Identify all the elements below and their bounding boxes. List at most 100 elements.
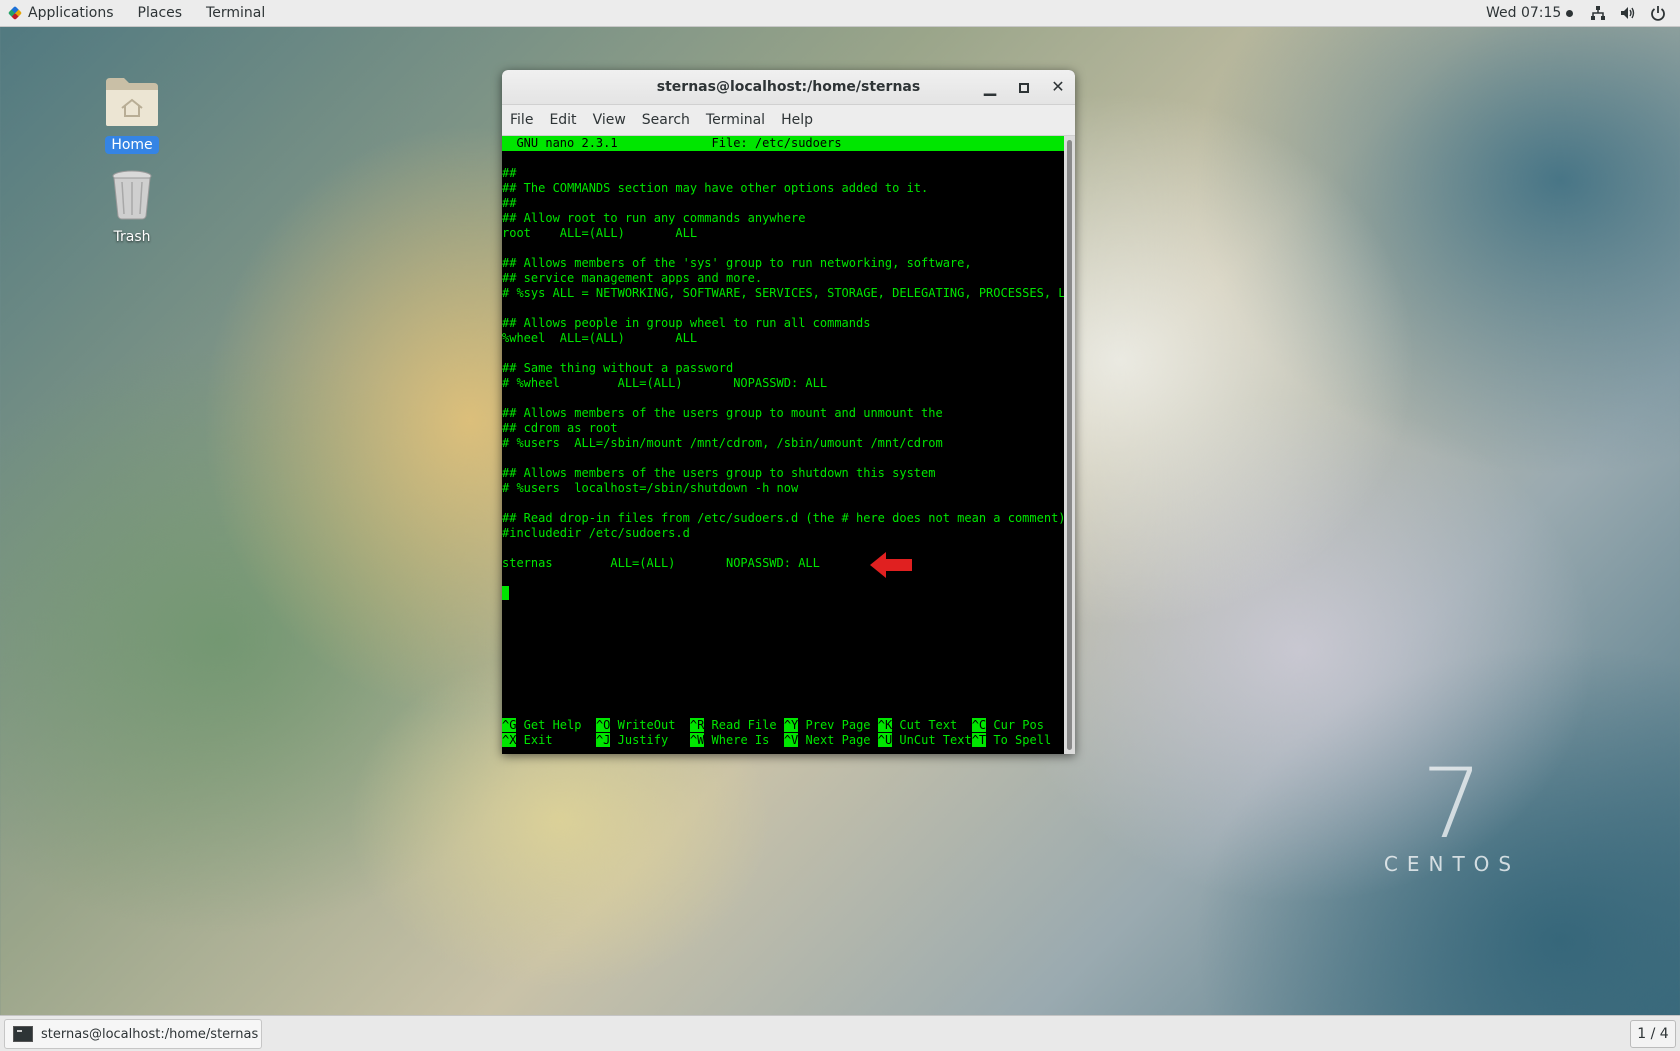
centos-logo-number: 7 [1421,748,1483,860]
editor-line: ## Allows members of the 'sys' group to … [502,256,972,270]
shortcut-label: Next Page [798,733,878,747]
top-panel: Applications Places Terminal Wed 07:15 [0,0,1680,27]
maximize-button[interactable] [1010,70,1038,104]
minimize-icon: ▁ [983,77,997,96]
editor-buffer[interactable]: ## ## The COMMANDS section may have other… [502,151,1064,586]
shortcut-item: ^X Exit [502,733,596,748]
shortcut-label: Cut Text [892,718,972,732]
places-menu[interactable]: Places [126,0,195,26]
taskbar-terminal-button[interactable]: sternas@localhost:/home/sternas [4,1019,262,1049]
shortcut-row-2: ^X Exit ^J Justify ^W Where Is ^V Next P… [502,733,1064,748]
editor-line: #includedir /etc/sudoers.d [502,526,690,540]
window-titlebar[interactable]: sternas@localhost:/home/sternas ▁ ✕ [502,70,1075,105]
shortcut-item: ^G Get Help [502,718,596,733]
home-folder-icon [106,78,158,126]
shortcut-key: ^X [502,733,517,747]
shortcut-label: To Spell [986,733,1052,747]
terminal-menubar: File Edit View Search Terminal Help [502,105,1075,136]
shortcut-item: ^C Cur Pos [971,718,1044,733]
editor-line: sternas ALL=(ALL) NOPASSWD: ALL [502,556,820,570]
editor-line: ## Allows people in group wheel to run a… [502,316,871,330]
menu-file[interactable]: File [502,112,541,128]
editor-line: ## Allow root to run any commands anywhe… [502,211,806,225]
shortcut-key: ^J [595,733,611,747]
editor-line: ## Allows members of the users group to … [502,466,936,480]
system-tray[interactable] [1590,0,1666,26]
editor-line: # %wheel ALL=(ALL) NOPASSWD: ALL [502,376,828,390]
shortcut-key: ^Y [783,718,799,732]
minimize-button[interactable]: ▁ [976,70,1004,104]
volume-icon [1621,7,1635,19]
shortcut-item: ^V Next Page [783,733,878,748]
editor-line: ## Same thing without a password [502,361,734,375]
nano-shortcuts: ^G Get Help ^O WriteOut ^R Read File ^Y … [502,718,1064,748]
desktop-trash[interactable]: Trash [87,170,177,246]
trash-icon [112,170,152,220]
shortcut-label: Exit [516,733,596,747]
shortcut-label: Cur Pos [986,718,1044,732]
taskbar-terminal-label: sternas@localhost:/home/sternas [41,1026,259,1042]
shortcut-label: WriteOut [610,718,690,732]
scrollbar-thumb[interactable] [1067,140,1072,750]
desktop-home[interactable]: Home [87,76,177,154]
menu-terminal[interactable]: Terminal [698,112,773,128]
terminal-area[interactable]: GNU nano 2.3.1 File: /etc/sudoers ## ## T… [502,136,1064,754]
bottom-taskbar: sternas@localhost:/home/sternas 1 / 4 [0,1015,1680,1051]
shortcut-key: ^U [877,733,893,747]
editor-line: # %users localhost=/sbin/shutdown -h now [502,481,799,495]
shortcut-key: ^C [971,718,987,732]
nano-header: GNU nano 2.3.1 File: /etc/sudoers [502,136,1064,151]
editor-line: ## Allows members of the users group to … [502,406,943,420]
editor-line: # %users ALL=/sbin/mount /mnt/cdrom, /sb… [502,436,943,450]
window-title: sternas@localhost:/home/sternas [656,79,921,95]
editor-line: # %sys ALL = NETWORKING, SOFTWARE, SERVI… [502,286,1064,300]
terminal-scrollbar[interactable] [1064,136,1075,754]
terminal-window[interactable]: sternas@localhost:/home/sternas ▁ ✕ File… [502,70,1075,754]
shortcut-key: ^T [971,733,987,747]
shortcut-key: ^V [783,733,799,747]
close-button[interactable]: ✕ [1044,70,1072,104]
shortcut-item: ^O WriteOut [595,718,690,733]
maximize-icon [1019,82,1029,93]
power-icon [1651,6,1665,21]
applications-icon [8,6,22,20]
terminal-app-menu[interactable]: Terminal [194,0,277,26]
shortcut-key: ^K [877,718,893,732]
close-icon: ✕ [1051,77,1065,96]
shortcut-label: Prev Page [798,718,878,732]
terminal-icon [13,1026,33,1042]
shortcut-label: UnCut Text [892,733,972,747]
shortcut-item: ^W Where Is [689,733,784,748]
shortcut-label: Justify [610,733,690,747]
menu-view[interactable]: View [585,112,634,128]
cursor-line [502,586,1064,601]
editor-line: ## Read drop-in files from /etc/sudoers.… [502,511,1064,525]
shortcut-key: ^R [689,718,705,732]
menu-help[interactable]: Help [773,112,821,128]
centos-logo: 7 CENTOS [1382,756,1522,876]
editor-line: %wheel ALL=(ALL) ALL [502,331,698,345]
shortcut-key: ^O [595,718,611,732]
shortcut-label: Read File [704,718,784,732]
workspace-switcher[interactable]: 1 / 4 [1630,1020,1676,1048]
clock[interactable]: Wed 07:15 [1486,0,1574,26]
shortcut-item: ^J Justify [595,733,690,748]
applications-menu[interactable]: Applications [24,0,126,26]
menu-edit[interactable]: Edit [541,112,584,128]
editor-line: root ALL=(ALL) ALL [502,226,698,240]
red-arrow-icon [870,552,912,578]
trash-label: Trash [113,229,151,245]
shortcut-key: ^W [689,733,705,747]
shortcut-item: ^K Cut Text [877,718,972,733]
clock-text: Wed 07:15 [1486,5,1562,21]
shortcut-item: ^U UnCut Text [877,733,972,748]
menu-search[interactable]: Search [634,112,698,128]
